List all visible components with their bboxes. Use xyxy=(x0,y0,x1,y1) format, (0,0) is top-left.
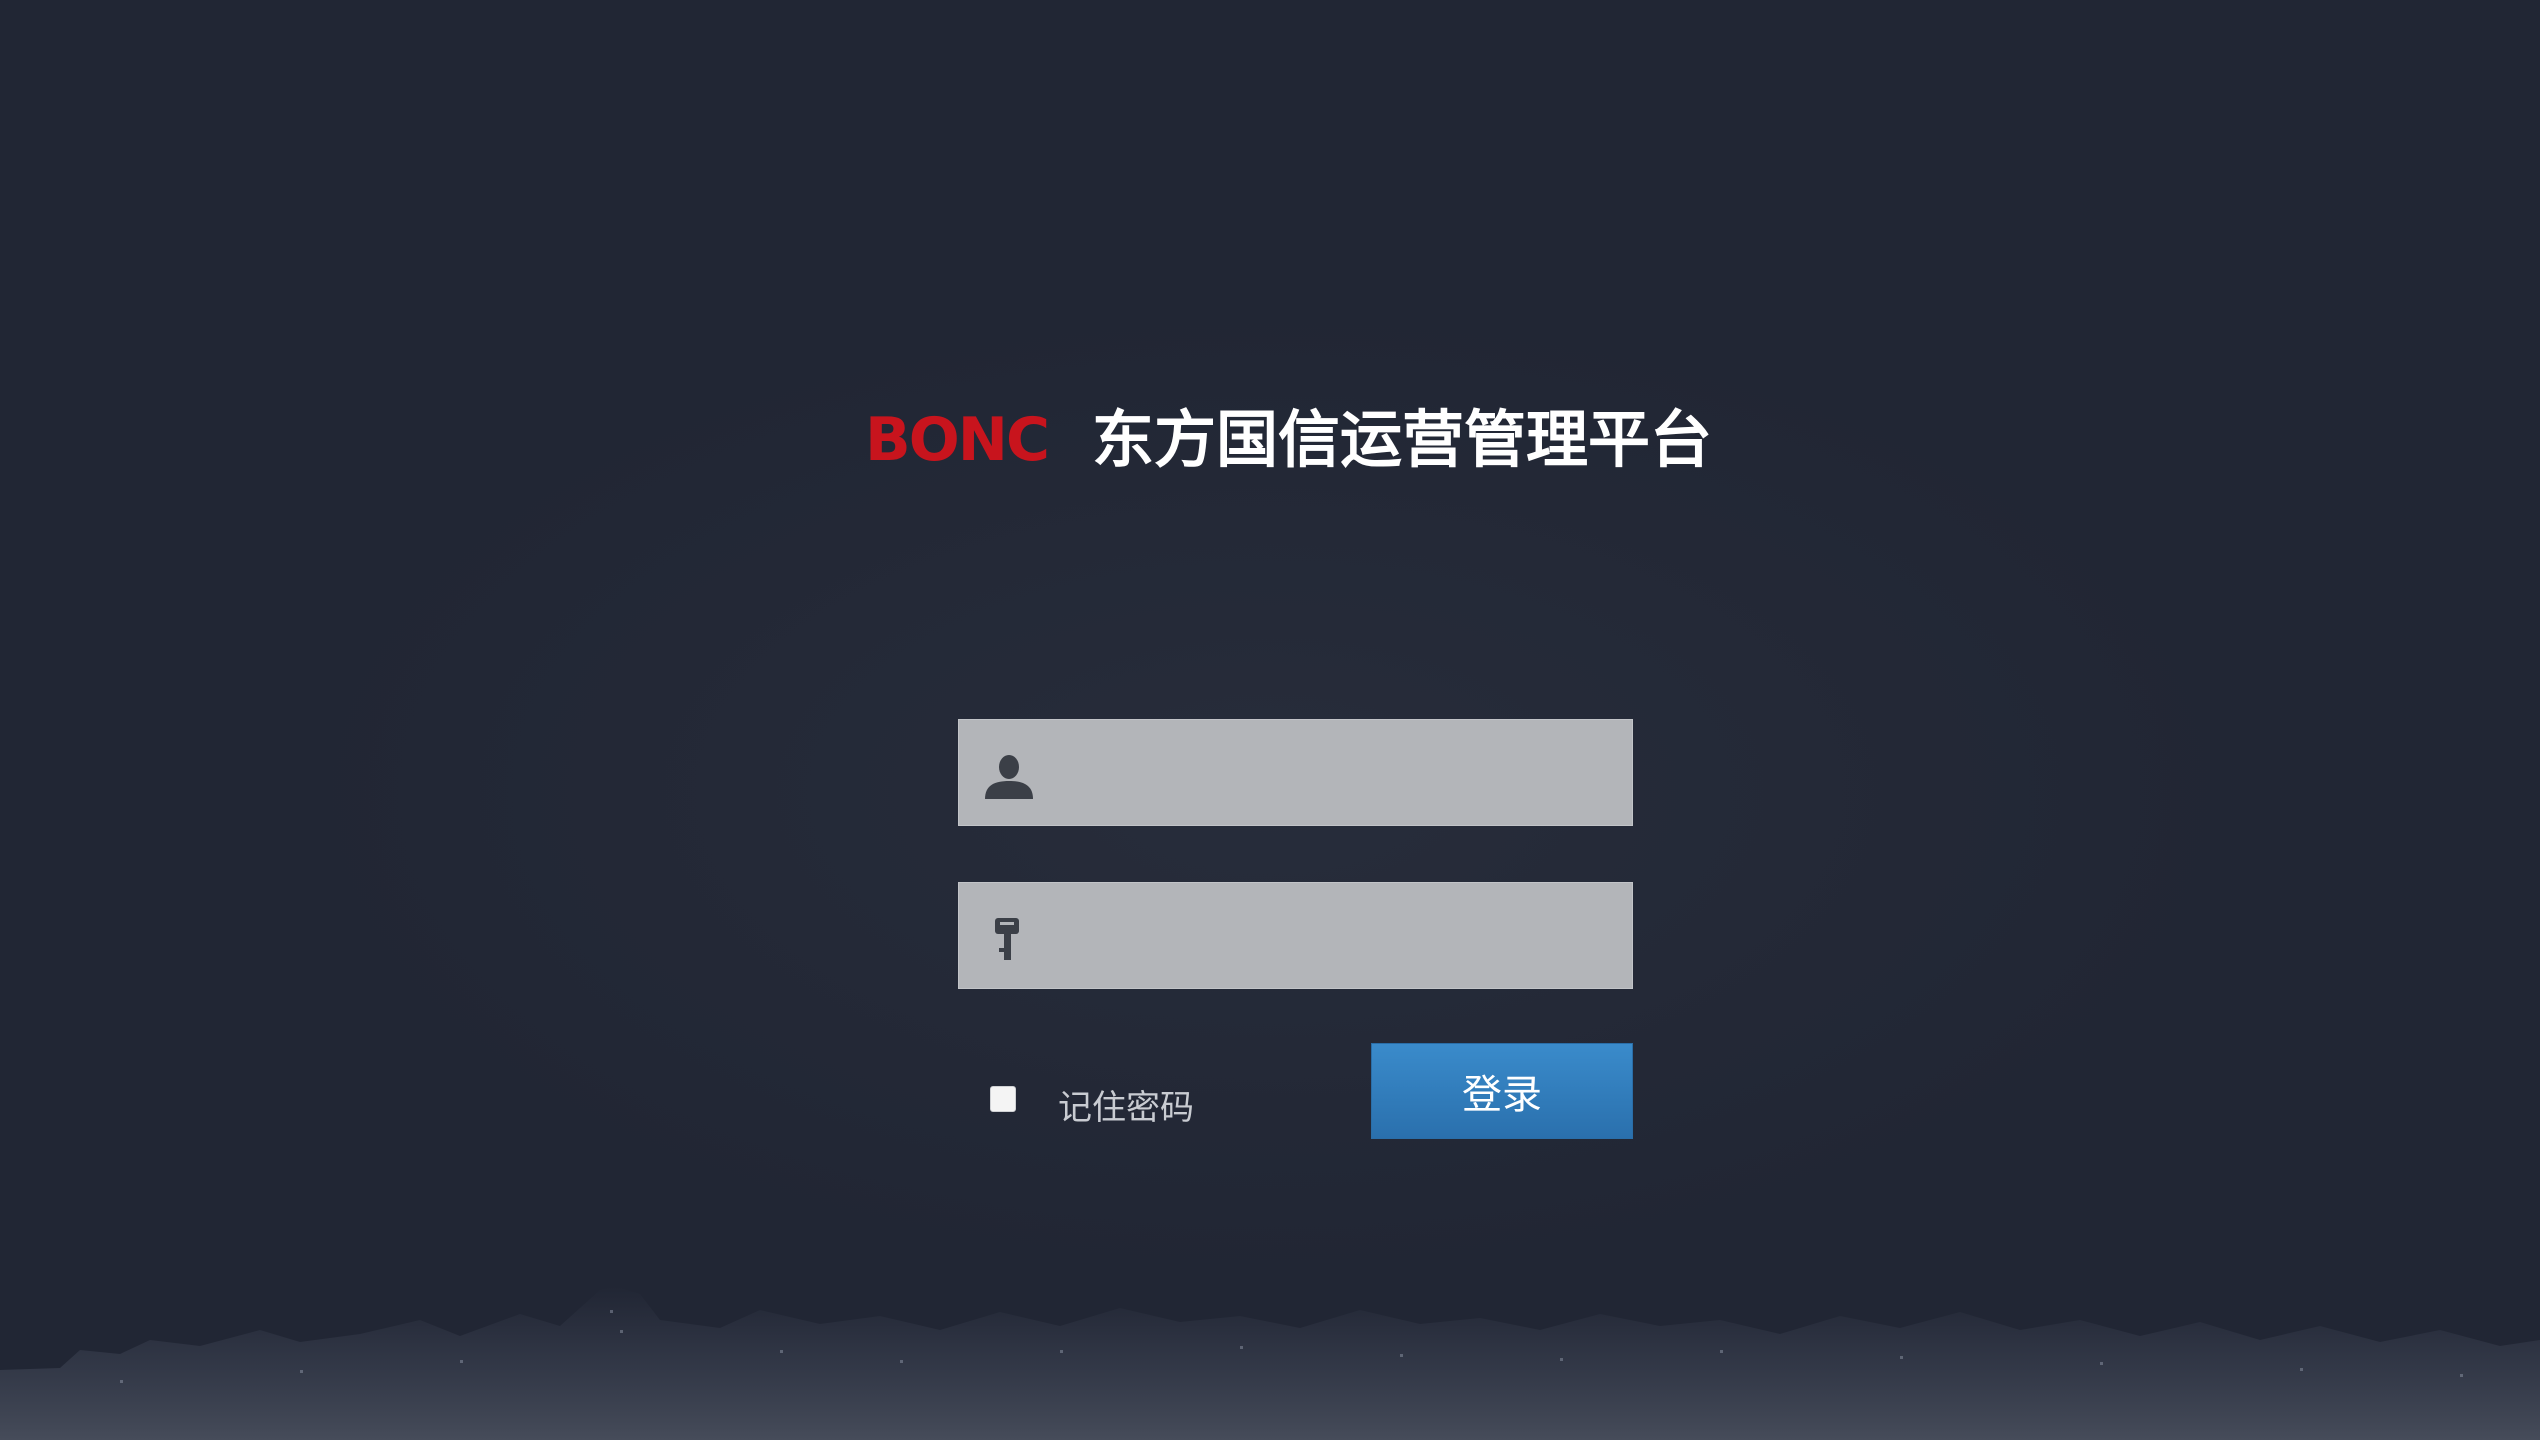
page-title: 东方国信运营管理平台 xyxy=(1092,403,1713,476)
remember-password-checkbox[interactable] xyxy=(990,1085,1016,1112)
remember-password-label[interactable]: 记住密码 xyxy=(1058,1080,1194,1129)
app-header: BONC 东方国信运营管理平台 xyxy=(865,400,1712,480)
bonc-logo: BONC xyxy=(865,405,1050,475)
user-icon xyxy=(981,753,1037,799)
city-skyline-image xyxy=(0,1286,2540,1440)
remember-password[interactable]: 记住密码 xyxy=(990,1068,1194,1129)
password-field[interactable] xyxy=(958,882,1633,990)
username-field[interactable] xyxy=(958,719,1633,827)
login-button[interactable]: 登录 xyxy=(1371,1043,1633,1139)
password-input[interactable] xyxy=(1059,883,1623,990)
key-icon xyxy=(981,916,1037,962)
username-input[interactable] xyxy=(1059,720,1623,827)
